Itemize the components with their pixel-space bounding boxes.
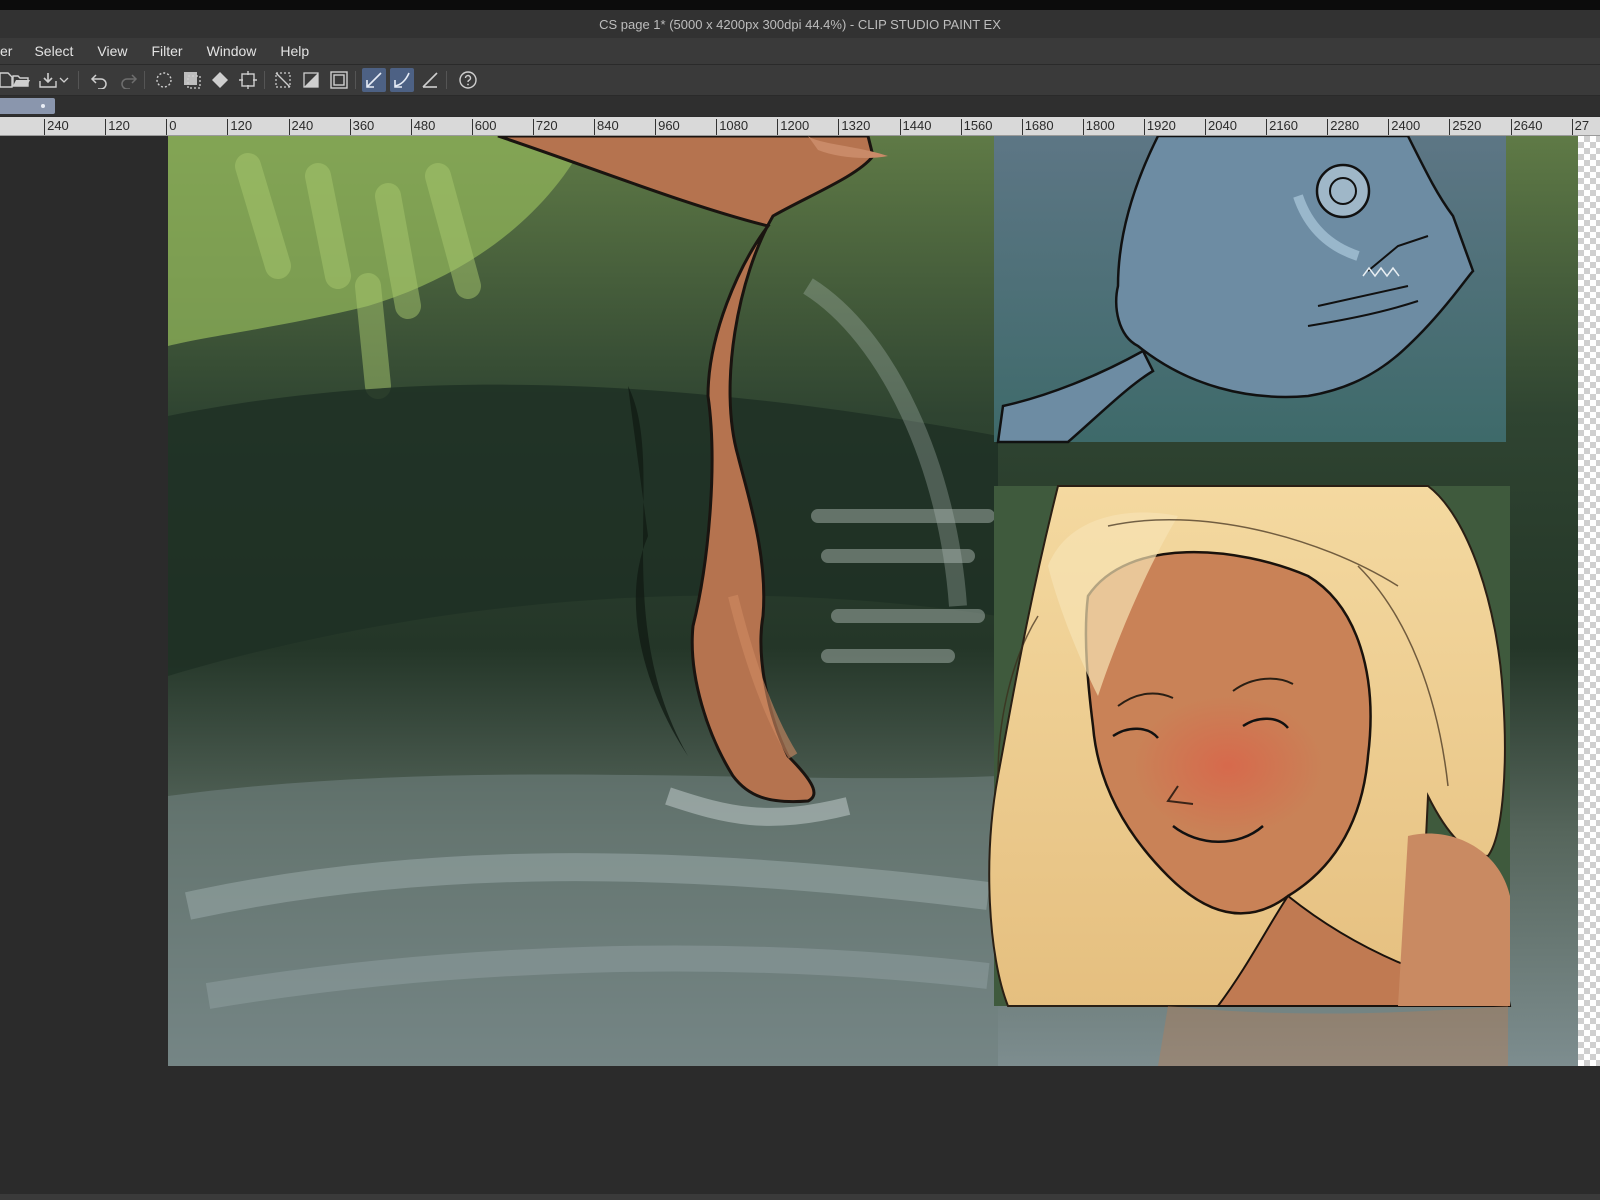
menu-view[interactable]: View: [85, 43, 139, 59]
ruler-tick: 1080: [716, 118, 749, 135]
fill-icon[interactable]: [208, 68, 232, 92]
ruler-tick: 2040: [1205, 118, 1237, 135]
separator: [446, 71, 447, 89]
ruler-tick: 120: [105, 118, 130, 135]
ruler-tick: 0: [166, 118, 177, 135]
ruler-tick: 1920: [1143, 118, 1176, 135]
ruler-tick: 600: [471, 118, 497, 135]
transparent-area: [1578, 136, 1600, 1066]
snap-to-grid-icon[interactable]: [418, 68, 442, 92]
title-bar: CS page 1* (5000 x 4200px 300dpi 44.4%) …: [0, 10, 1600, 38]
command-bar: [0, 65, 1600, 96]
ruler-tick: 1680: [1021, 118, 1054, 135]
redo-icon[interactable]: [116, 68, 140, 92]
menu-bar: er Select View Filter Window Help: [0, 38, 1600, 65]
canvas-tab[interactable]: [0, 98, 55, 114]
window-title: CS page 1* (5000 x 4200px 300dpi 44.4%) …: [599, 16, 1001, 32]
ruler-tick: 2400: [1388, 118, 1421, 135]
ruler-tick: 360: [349, 118, 375, 135]
tab-modified-dot: [41, 104, 45, 108]
snap-to-ruler-icon[interactable]: [362, 68, 386, 92]
menu-select[interactable]: Select: [22, 43, 85, 59]
canvas-workspace[interactable]: [0, 136, 1600, 1194]
ruler-tick: 120: [227, 118, 253, 135]
ruler-tick: 960: [655, 118, 680, 135]
ruler-tick: 2520: [1449, 118, 1482, 135]
top-border: [0, 0, 1600, 10]
artwork-illustration: [168, 136, 1578, 1066]
ruler-tick: 27: [1571, 118, 1590, 135]
snap-to-special-ruler-icon[interactable]: [390, 68, 414, 92]
transform-icon[interactable]: [236, 68, 260, 92]
ruler-tick: 1200: [777, 118, 810, 135]
menu-help[interactable]: Help: [268, 43, 321, 59]
canvas-frame-icon[interactable]: [327, 68, 351, 92]
separator: [144, 71, 145, 89]
deselect-icon[interactable]: [271, 68, 295, 92]
ruler-tick: 480: [410, 118, 436, 135]
menu-window[interactable]: Window: [195, 43, 269, 59]
ruler-tick: 240: [44, 118, 69, 135]
clear-icon[interactable]: [152, 68, 176, 92]
dropdown-arrow-icon[interactable]: [57, 68, 71, 92]
ruler-tick: 1800: [1082, 118, 1115, 135]
help-icon[interactable]: [456, 68, 480, 92]
menu-filter[interactable]: Filter: [139, 43, 194, 59]
open-folder-icon[interactable]: [9, 68, 33, 92]
ruler-tick: 240: [288, 118, 314, 135]
invert-selection-icon[interactable]: [299, 68, 323, 92]
undo-icon[interactable]: [88, 68, 112, 92]
ruler-tick: 1560: [960, 118, 993, 135]
menu-layer[interactable]: er: [0, 43, 22, 59]
ruler-tick: 2160: [1266, 118, 1299, 135]
ruler-tick: 1440: [899, 118, 932, 135]
separator: [355, 71, 356, 89]
separator: [264, 71, 265, 89]
status-bar: [0, 1194, 1600, 1200]
ruler-tick: 720: [532, 118, 558, 135]
clear-outside-selection-icon[interactable]: [180, 68, 204, 92]
horizontal-ruler[interactable]: 6024012001202403604806007208409601080120…: [0, 117, 1600, 136]
ruler-tick: 2640: [1510, 118, 1543, 135]
ruler-tick: 840: [594, 118, 619, 135]
artwork-canvas[interactable]: [168, 136, 1578, 1066]
layer-tab-strip: [0, 96, 1600, 116]
ruler-tick: 2280: [1327, 118, 1360, 135]
ruler-tick: 1320: [838, 118, 871, 135]
separator: [78, 71, 79, 89]
